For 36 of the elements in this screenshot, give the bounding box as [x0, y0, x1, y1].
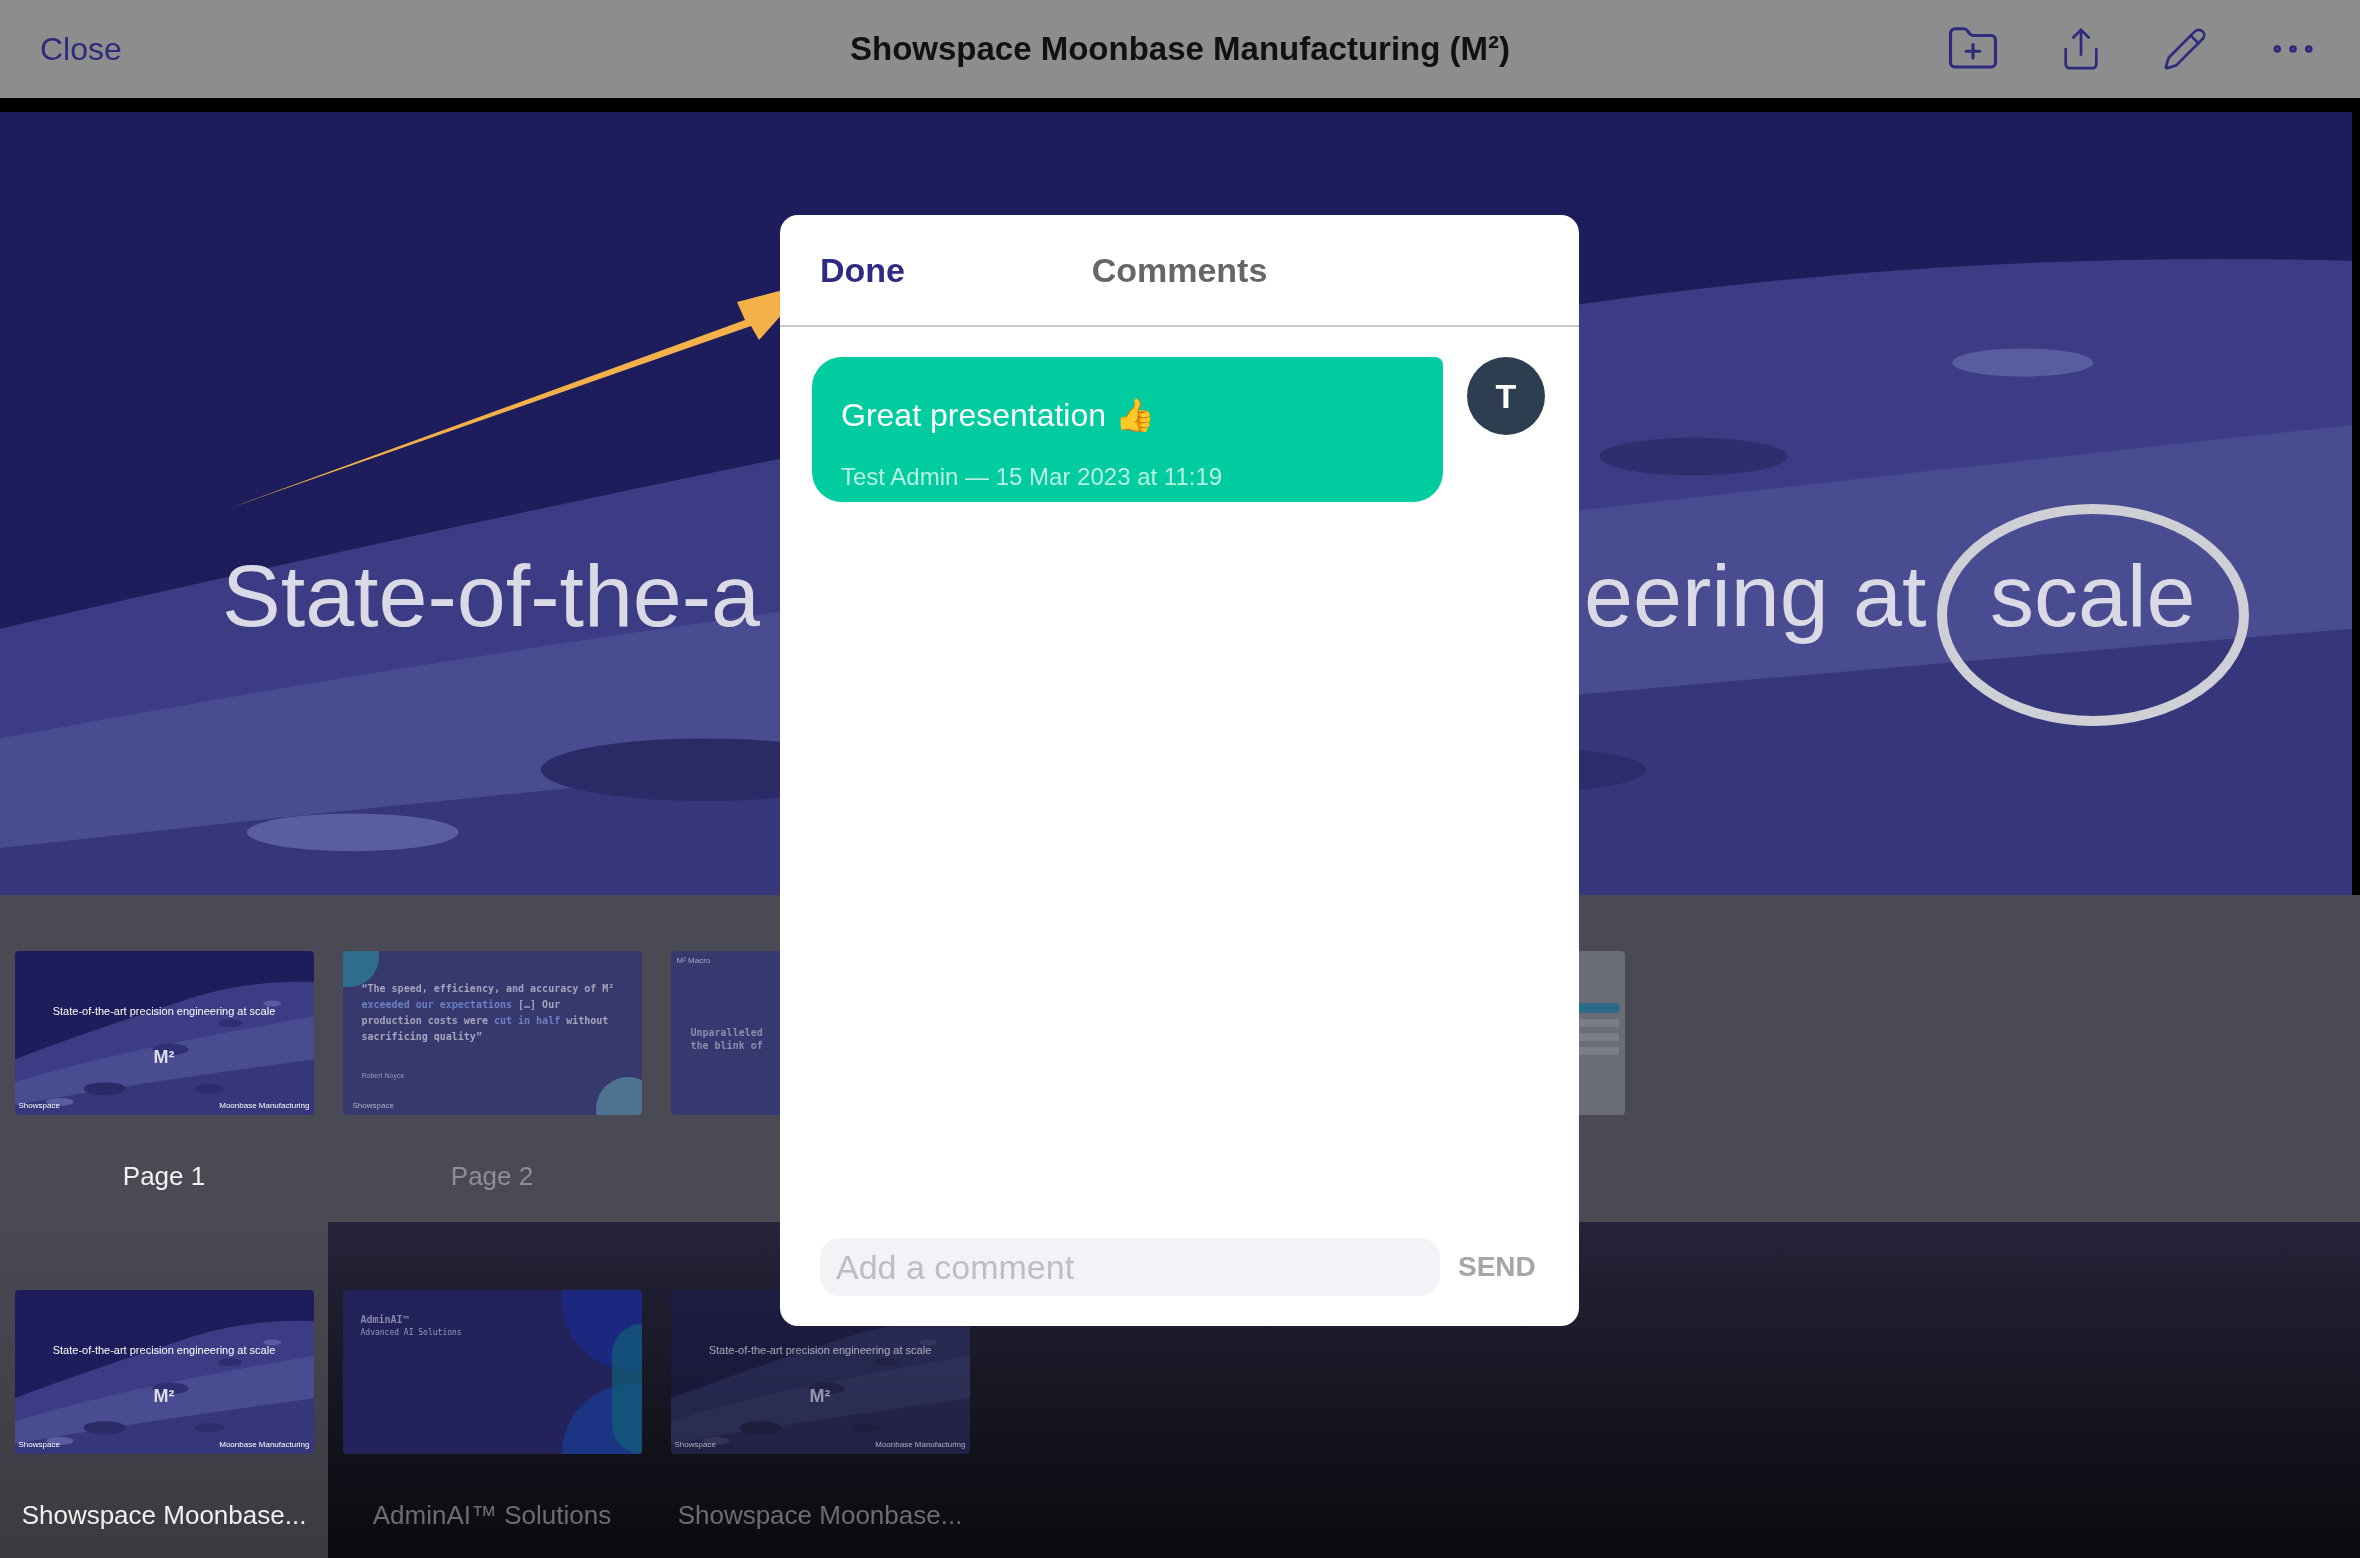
thumbnail-heading: M² Macro [676, 955, 711, 967]
thumbnail-logo: Showspace [18, 1439, 60, 1451]
thumbnail-quote: “The speed, efficiency, and accuracy of M² exceeded our expectations […] Our production costs were cut in half without sacrificing quality” [361, 982, 616, 1044]
thumbnail-logo: Showspace [674, 1439, 716, 1451]
thumbnail-title: State-of-the-art precision engineering at scale [52, 1004, 276, 1019]
pencil-icon[interactable] [2162, 26, 2208, 72]
avatar: T [1467, 357, 1545, 435]
slide-title: State-of-the-a [222, 552, 761, 640]
thumbnail-mark: M² [153, 1384, 175, 1408]
dialog-title: Comments [1090, 249, 1269, 291]
document-label[interactable]: Showspace Moonbase... [677, 1496, 963, 1535]
thumbnail-logo: Showspace [18, 1100, 60, 1112]
thumbnail-footer: Moonbase Manufacturing [219, 1439, 310, 1451]
thumbnail-logo: Showspace [352, 1100, 394, 1112]
page-label[interactable]: Page 1 [122, 1157, 206, 1196]
comment-meta: Test Admin — 15 Mar 2023 at 11:19 [841, 462, 1224, 492]
slide-thumbnail[interactable]: AdminAI™ Advanced AI Solutions [342, 1290, 642, 1454]
document-title: Showspace Moonbase Manufacturing (M²) [850, 29, 1510, 70]
comment-text: Great presentation 👍 [841, 396, 1156, 435]
thumbnail-footer: Moonbase Manufacturing [875, 1439, 966, 1451]
thumbnail-heading: AdminAI™ [360, 1313, 409, 1327]
thumbnail-text: the blink of [690, 1039, 763, 1052]
slide-thumbnail[interactable]: State-of-the-art precision engineering at scale M² Showspace Moonbase Manufacturing [14, 1290, 314, 1454]
done-button[interactable]: Done [820, 244, 905, 296]
document-label[interactable]: AdminAI™ Solutions [372, 1496, 612, 1535]
thumbnail-title: State-of-the-art precision engineering at scale [52, 1343, 276, 1358]
thumbnail-mark: M² [153, 1045, 175, 1069]
thumbnail-title: State-of-the-art precision engineering at scale [708, 1343, 932, 1358]
thumbnail-text: Unparalleled [690, 1026, 763, 1039]
thumbnail-subheading: Advanced AI Solutions [360, 1327, 462, 1339]
thumbnail-footer: Moonbase Manufacturing [219, 1100, 310, 1112]
slide-thumbnail[interactable]: State-of-the-art precision engineering at scale M² Showspace Moonbase Manufacturing [14, 951, 314, 1115]
close-button[interactable]: Close [40, 25, 122, 73]
thumbnail-mark: M² [809, 1384, 831, 1408]
slide-title: scale [1990, 552, 2196, 640]
document-label[interactable]: Showspace Moonbase... [21, 1496, 307, 1535]
